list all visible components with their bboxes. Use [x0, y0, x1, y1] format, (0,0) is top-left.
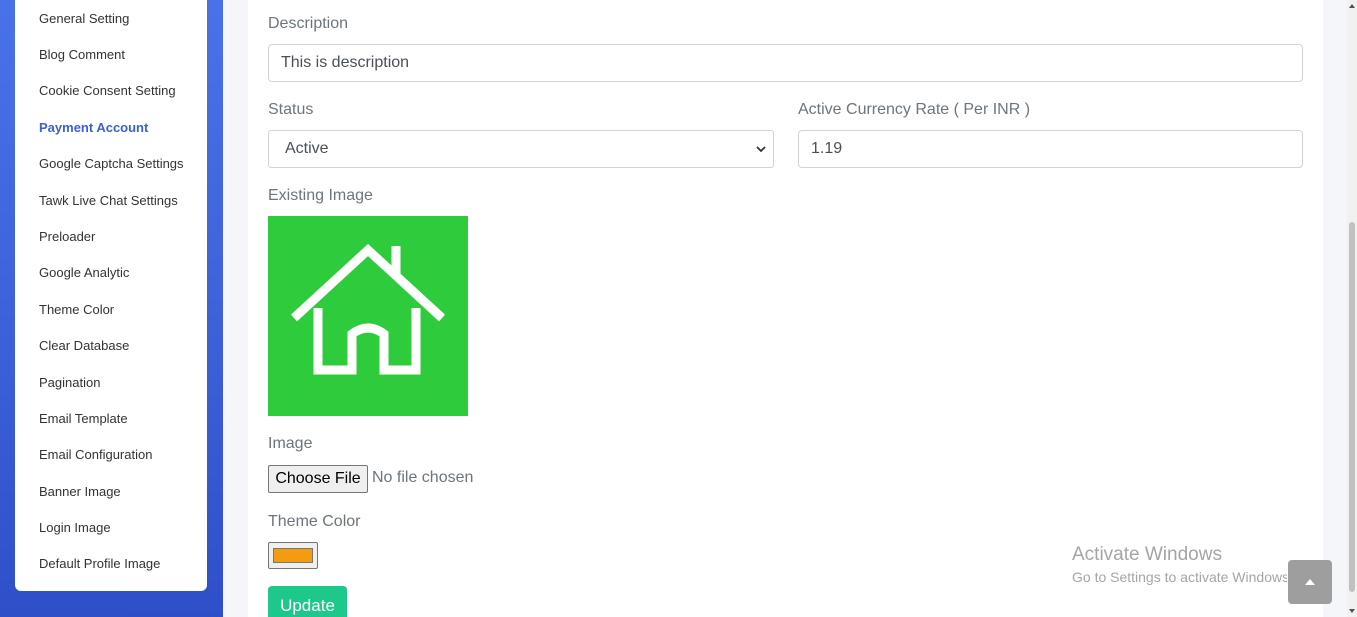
update-button[interactable]: Update: [268, 586, 347, 617]
description-input[interactable]: [268, 44, 1303, 82]
sidebar-item-cookie-consent[interactable]: Cookie Consent Setting: [39, 83, 176, 98]
sidebar-item-login-image[interactable]: Login Image: [39, 520, 111, 535]
existing-image-label: Existing Image: [268, 187, 373, 204]
currency-rate-input[interactable]: [798, 130, 1303, 168]
status-select-value: Active: [285, 140, 329, 157]
scroll-to-top-button[interactable]: [1288, 560, 1332, 604]
sidebar-item-general-setting[interactable]: General Setting: [39, 11, 129, 26]
no-file-chosen-text: No file chosen: [372, 469, 474, 486]
sidebar-item-blog-comment[interactable]: Blog Comment: [39, 47, 125, 62]
sidebar-item-default-profile-image[interactable]: Default Profile Image: [39, 556, 160, 571]
status-label: Status: [268, 101, 314, 118]
status-select[interactable]: Active: [268, 130, 774, 168]
scroll-thumb[interactable]: [1349, 222, 1355, 592]
windows-watermark-subtitle: Go to Settings to activate Windows.: [1072, 569, 1287, 585]
sidebar-menu: General Setting Blog Comment Cookie Cons…: [15, 0, 207, 591]
image-label: Image: [268, 435, 313, 452]
sidebar-item-preloader[interactable]: Preloader: [39, 229, 95, 244]
sidebar-item-theme-color[interactable]: Theme Color: [39, 302, 114, 317]
chevron-down-icon: [756, 146, 766, 153]
sidebar-item-google-captcha[interactable]: Google Captcha Settings: [39, 156, 184, 171]
sidebar-item-email-template[interactable]: Email Template: [39, 411, 128, 426]
windows-watermark-title: Activate Windows: [1072, 544, 1222, 565]
caret-up-icon: [1305, 579, 1315, 585]
page-scrollbar[interactable]: [1347, 0, 1357, 617]
description-label: Description: [268, 15, 349, 32]
sidebar-item-payment-account[interactable]: Payment Account: [39, 120, 148, 135]
choose-file-button[interactable]: Choose File: [268, 465, 368, 493]
sidebar-item-email-configuration[interactable]: Email Configuration: [39, 447, 152, 462]
sidebar-item-clear-database[interactable]: Clear Database: [39, 338, 129, 353]
theme-color-picker[interactable]: [268, 542, 318, 569]
existing-image: [268, 216, 468, 416]
theme-color-swatch: [273, 548, 313, 563]
sidebar-item-tawk-live-chat[interactable]: Tawk Live Chat Settings: [39, 193, 178, 208]
scroll-down-arrow-icon[interactable]: [1348, 607, 1356, 615]
sidebar-item-google-analytic[interactable]: Google Analytic: [39, 265, 129, 280]
sidebar-item-pagination[interactable]: Pagination: [39, 375, 100, 390]
house-icon: [290, 243, 446, 375]
sidebar-item-banner-image[interactable]: Banner Image: [39, 484, 121, 499]
scroll-up-arrow-icon[interactable]: [1348, 2, 1356, 10]
theme-color-label: Theme Color: [268, 513, 361, 530]
currency-rate-label: Active Currency Rate ( Per INR ): [798, 101, 1031, 118]
